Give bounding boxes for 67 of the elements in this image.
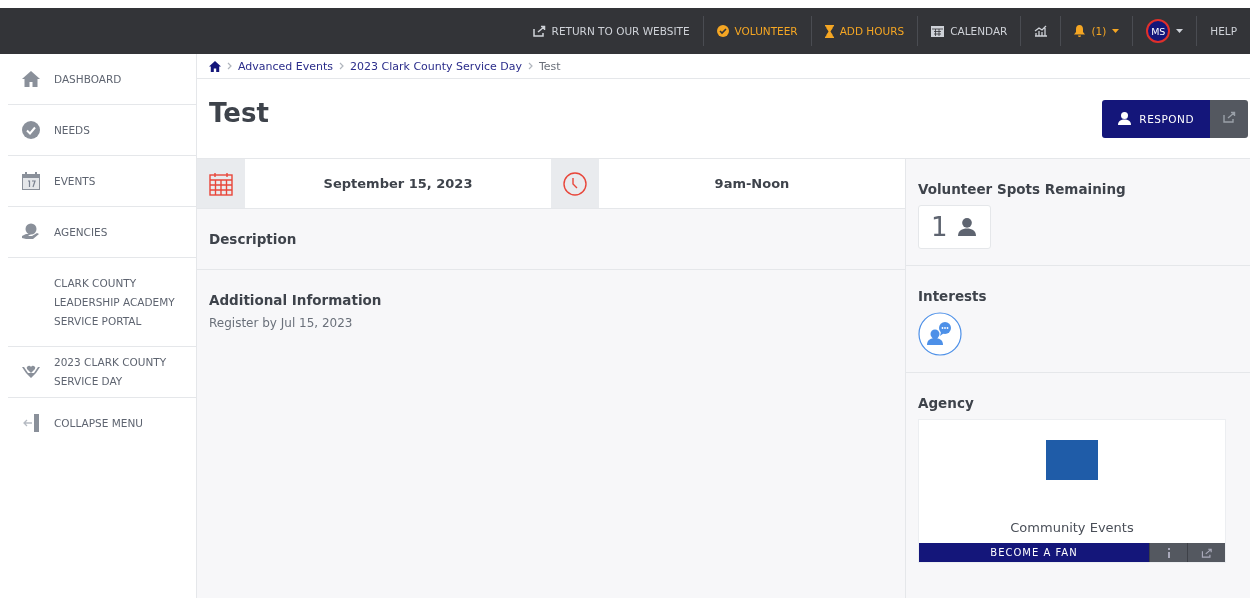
event-date: September 15, 2023 <box>322 175 474 193</box>
nav-link-label[interactable]: (1) <box>1091 25 1107 37</box>
event-time: 9am-Noon <box>713 175 791 193</box>
calendar-icon <box>209 171 233 196</box>
page-title: Test <box>209 97 269 128</box>
share-button[interactable] <box>1187 543 1225 562</box>
calendar-icon <box>931 25 945 37</box>
user-menu[interactable]: MS <box>1133 19 1197 43</box>
info-icon <box>1166 547 1171 558</box>
nav-link[interactable]: RETURN TO OUR WEBSITE <box>519 25 703 37</box>
check-circle-icon <box>22 121 40 139</box>
calendar-icon <box>22 172 40 190</box>
nav-link-label[interactable]: VOLUNTEER <box>734 25 798 37</box>
nav-link-label[interactable]: CALENDAR <box>950 25 1008 37</box>
notifications-link[interactable]: (1) <box>1061 25 1133 37</box>
breadcrumb-link[interactable]: 2023 Clark County Service Day <box>350 59 522 73</box>
nav-link[interactable]: VOLUNTEER <box>703 25 811 37</box>
breadcrumb-current: Test <box>539 59 561 73</box>
section-heading: Additional Information <box>209 292 383 308</box>
share-icon <box>1222 111 1236 123</box>
caret-icon <box>1112 29 1120 33</box>
respond-button[interactable]: RESPOND <box>1102 99 1210 138</box>
nav-link[interactable]: ADD HOURS <box>811 24 918 38</box>
sidebar-item[interactable]: COLLAPSE MENU <box>8 398 196 464</box>
bar-chart-icon <box>1034 25 1048 37</box>
section-heading: Volunteer Spots Remaining <box>918 181 1126 197</box>
logo-placeholder <box>1046 440 1098 480</box>
chevron-icon <box>339 62 345 70</box>
spots-count: 1 <box>931 212 948 242</box>
heart-hands-icon <box>22 364 40 380</box>
share-icon <box>1200 547 1213 558</box>
agency-name: Community Events <box>1010 520 1134 535</box>
clock-icon <box>563 171 587 196</box>
section-heading: Description <box>209 231 298 247</box>
person-icon <box>1118 112 1132 125</box>
sidebar-item[interactable]: 2023 CLARK COUNTY SERVICE DAY <box>8 347 196 398</box>
home-icon[interactable] <box>209 60 221 72</box>
section-heading: Interests <box>918 288 987 304</box>
sidebar-item[interactable]: NEEDS <box>8 105 196 156</box>
nav-link[interactable]: HELP <box>1197 25 1250 37</box>
house-icon <box>22 71 40 87</box>
globe-hand-icon <box>22 223 40 241</box>
sidebar-item[interactable]: EVENTS <box>8 156 196 207</box>
nav-link-label[interactable]: RETURN TO OUR WEBSITE <box>551 25 690 37</box>
additional-info-text: Register by Jul 15, 2023 <box>209 316 354 330</box>
bell-icon <box>1074 25 1086 37</box>
sidebar-item[interactable]: DASHBOARD <box>8 54 196 105</box>
user-avatar[interactable]: MS <box>1146 19 1171 43</box>
nav-link-label[interactable]: ADD HOURS <box>839 25 905 37</box>
collapse-arrow-icon <box>23 414 39 432</box>
share-icon <box>532 25 546 37</box>
share-button[interactable] <box>1210 99 1248 138</box>
section-heading: Agency <box>918 395 974 411</box>
nav-link-label[interactable]: HELP <box>1210 25 1237 37</box>
info-button[interactable] <box>1149 543 1187 562</box>
sidebar-item[interactable]: CLARK COUNTY LEADERSHIP ACADEMY SERVICE PORTAL <box>8 258 196 347</box>
person-icon <box>957 218 976 236</box>
hourglass-icon <box>824 24 834 38</box>
sidebar-item[interactable]: AGENCIES <box>8 207 196 258</box>
become-fan-button[interactable]: BECOME A FAN <box>919 543 1149 562</box>
chevron-icon <box>528 62 533 70</box>
interest-chat-icon[interactable] <box>918 312 962 356</box>
nav-link[interactable]: CALENDAR <box>918 25 1021 37</box>
caret-icon <box>1176 29 1184 33</box>
chevron-icon <box>227 62 232 70</box>
check-circle-icon <box>716 25 729 37</box>
breadcrumb-link[interactable]: Advanced Events <box>238 59 334 73</box>
